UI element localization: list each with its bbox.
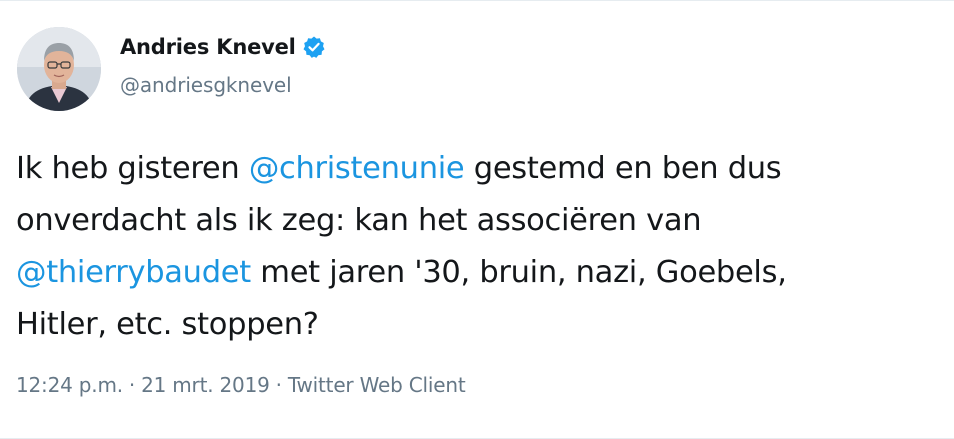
tweet-line-2: onverdacht als ik zeg: kan het associëre… (16, 203, 702, 238)
tweet-timestamp[interactable]: 12:24 p.m. (16, 373, 123, 397)
profile-photo-icon (17, 27, 101, 111)
tweet-line-4: Hitler, etc. stoppen? (16, 307, 319, 342)
author-display-name[interactable]: Andries Knevel (120, 35, 296, 59)
tweet-date[interactable]: 21 mrt. 2019 (141, 373, 270, 397)
tweet-text: Ik heb gisteren @christenunie gestemd en… (16, 143, 941, 351)
meta-separator: · (275, 373, 282, 397)
avatar[interactable] (17, 27, 101, 111)
mention-link[interactable]: @thierrybaudet (16, 255, 251, 290)
tweet-line-3: @thierrybaudet met jaren '30, bruin, naz… (16, 247, 941, 299)
tweet-line-1: Ik heb gisteren @christenunie gestemd en… (16, 143, 941, 195)
meta-separator: · (128, 373, 136, 397)
verified-badge-icon (302, 35, 326, 59)
tweet-text-segment: met jaren '30, bruin, nazi, Goebels, (250, 255, 787, 290)
tweet-card: Andries Knevel @andriesgknevel Ik heb gi… (0, 0, 954, 439)
tweet-text-segment: gestemd en ben dus (464, 151, 782, 186)
author-handle[interactable]: @andriesgknevel (120, 73, 292, 97)
tweet-metadata: 12:24 p.m. · 21 mrt. 2019 · Twitter Web Clie… (16, 373, 466, 397)
tweet-client: Twitter Web Client (287, 373, 466, 397)
mention-link[interactable]: @christenunie (249, 151, 465, 186)
tweet-text-segment: Ik heb gisteren (16, 151, 249, 186)
author-name-row[interactable]: Andries Knevel (120, 35, 326, 59)
